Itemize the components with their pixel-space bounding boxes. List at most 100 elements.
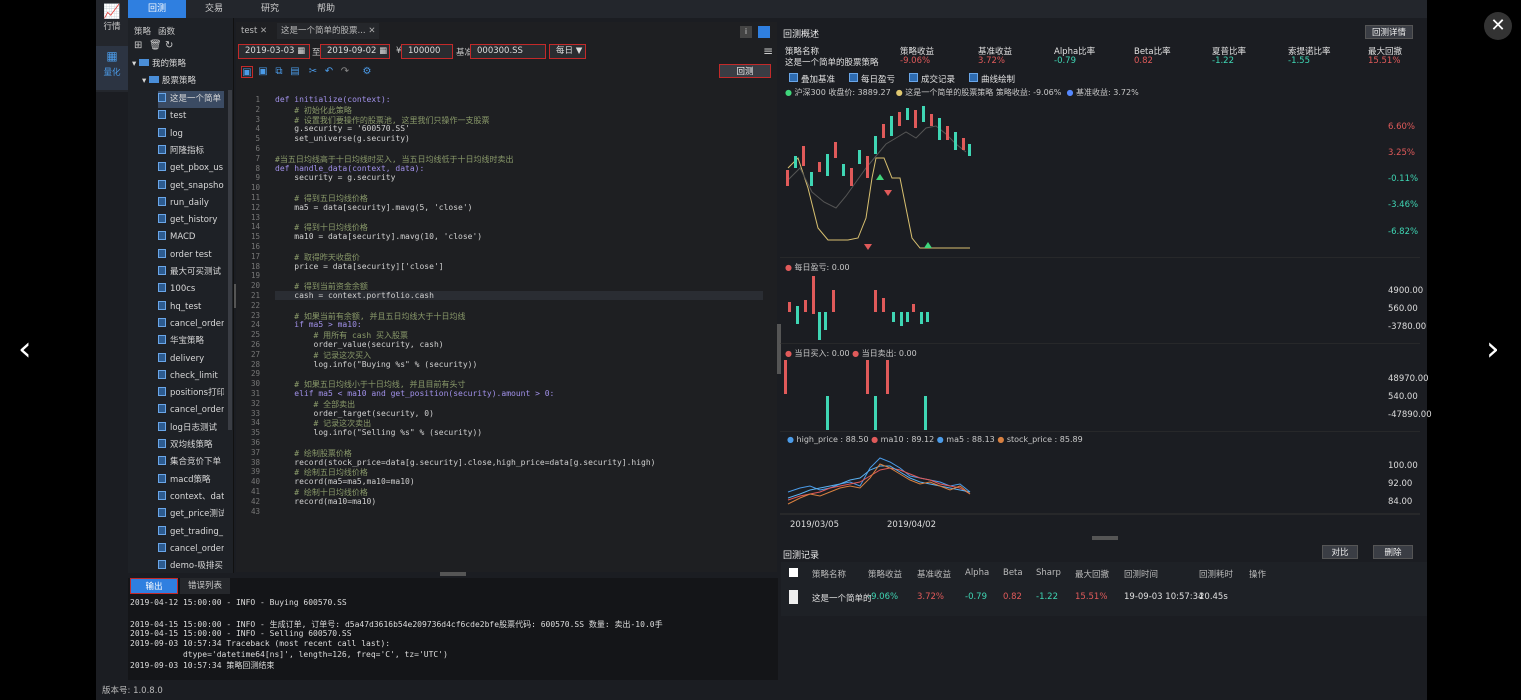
tree-file[interactable]: cancel_order bbox=[158, 402, 224, 419]
tree-file[interactable]: delivery bbox=[158, 351, 224, 368]
tree-folder[interactable]: ▾ 股票策略 bbox=[142, 73, 196, 90]
tree-file[interactable]: positions打印 bbox=[158, 385, 224, 402]
tab-help[interactable]: 帮助 bbox=[298, 0, 354, 18]
tree-file[interactable]: 华宝策略 bbox=[158, 333, 224, 350]
select-all-checkbox[interactable] bbox=[789, 568, 798, 577]
sidebar-tab-functions[interactable]: 函数 bbox=[158, 25, 175, 37]
candle bbox=[802, 146, 805, 166]
refresh-icon[interactable]: ↻ bbox=[165, 40, 173, 51]
tree-file[interactable]: cancel_order bbox=[158, 316, 224, 333]
run-backtest-button[interactable]: 回测 bbox=[719, 64, 771, 78]
editor-tab-strategy[interactable]: 这是一个简单的股票... ✕ bbox=[277, 23, 380, 39]
save-as-icon[interactable]: ▣ bbox=[257, 66, 269, 78]
tree-file-label: run_daily bbox=[170, 197, 209, 208]
code-line[interactable]: if ma5 > ma10: bbox=[275, 320, 361, 329]
delete-button[interactable]: 删除 bbox=[1373, 545, 1413, 559]
tree-file[interactable]: get_pbox_us bbox=[158, 160, 224, 177]
undo-icon[interactable]: ↶ bbox=[323, 66, 335, 78]
tree-file[interactable]: test bbox=[158, 108, 224, 125]
market-nav[interactable]: 📈 行情 bbox=[96, 4, 128, 44]
tree-file[interactable]: macd策略 bbox=[158, 472, 224, 489]
code-line[interactable]: log.info("Selling %s" % (security)) bbox=[275, 428, 483, 437]
pnl-bar bbox=[832, 290, 835, 312]
tree-file[interactable]: 100cs bbox=[158, 281, 224, 298]
add-icon[interactable]: ⊞ bbox=[134, 40, 142, 51]
code-line[interactable]: order_value(security, cash) bbox=[275, 340, 444, 349]
tree-file[interactable]: hq_test bbox=[158, 299, 224, 316]
code-line[interactable]: record(ma5=ma5,ma10=ma10) bbox=[275, 477, 414, 486]
code-line[interactable]: security = g.security bbox=[275, 173, 395, 182]
prev-arrow-icon[interactable]: ‹ bbox=[18, 332, 32, 366]
info-icon[interactable]: i bbox=[740, 26, 752, 38]
code-line[interactable]: record(stock_price=data[g.security].clos… bbox=[275, 458, 655, 467]
paste-icon[interactable]: ▤ bbox=[289, 66, 301, 78]
tree-file[interactable]: 阿隆指标 bbox=[158, 143, 224, 160]
layout-icon[interactable] bbox=[758, 26, 770, 38]
tree-file[interactable]: cancel_order bbox=[158, 541, 224, 558]
tree-file[interactable]: check_limit bbox=[158, 368, 224, 385]
tree-file[interactable]: log日志测试 bbox=[158, 420, 224, 437]
tree-file[interactable]: get_history bbox=[158, 212, 224, 229]
benchmark-input[interactable]: 000300.SS bbox=[470, 44, 546, 59]
tree-root[interactable]: ▾ 我的策略 bbox=[132, 56, 186, 73]
tree-file[interactable]: log bbox=[158, 126, 224, 143]
delete-icon[interactable]: 🗑 bbox=[149, 40, 162, 51]
settings-icon[interactable]: ⚙ bbox=[361, 66, 373, 78]
cut-icon[interactable]: ✂ bbox=[307, 66, 319, 78]
tree-file[interactable]: MACD bbox=[158, 229, 224, 246]
tree-file[interactable]: demo-吸排买 bbox=[158, 558, 224, 575]
editor-scroll-handle[interactable] bbox=[440, 572, 466, 576]
code-line[interactable]: g.security = '600570.SS' bbox=[275, 124, 410, 133]
code-line[interactable]: ma5 = data[security].mavg(5, 'close') bbox=[275, 203, 472, 212]
sidebar-tab-strategy[interactable]: 策略 bbox=[134, 25, 151, 37]
code-line[interactable]: set_universe(g.security) bbox=[275, 134, 410, 143]
tree-file[interactable]: get_price测试 bbox=[158, 506, 224, 523]
code-line[interactable]: elif ma5 < ma10 and get_position(securit… bbox=[275, 389, 554, 398]
redo-icon[interactable]: ↷ bbox=[339, 66, 351, 78]
code-line[interactable]: order_target(security, 0) bbox=[275, 409, 434, 418]
capital-input[interactable]: 100000 bbox=[401, 44, 453, 59]
curves-checkbox[interactable] bbox=[969, 73, 978, 82]
detail-button[interactable]: 回测详情 bbox=[1365, 25, 1413, 39]
tree-file[interactable]: context、dat bbox=[158, 489, 224, 506]
tree-file[interactable]: get_trading_ bbox=[158, 524, 224, 541]
compare-button[interactable]: 对比 bbox=[1322, 545, 1358, 559]
tree-file[interactable]: order test bbox=[158, 247, 224, 264]
tab-research[interactable]: 研究 bbox=[242, 0, 298, 18]
close-tab-icon[interactable]: ✕ bbox=[368, 26, 375, 36]
copy-icon[interactable]: ⧉ bbox=[273, 66, 285, 78]
quant-nav[interactable]: ▦ 量化 bbox=[96, 46, 128, 90]
code-line[interactable]: price = data[security]['close'] bbox=[275, 262, 443, 271]
tree-file[interactable]: get_snapsho bbox=[158, 178, 224, 195]
row-checkbox[interactable] bbox=[789, 590, 798, 604]
code-line[interactable]: cash = context.portfolio.cash bbox=[275, 291, 763, 300]
end-date-input[interactable]: 2019-09-02 ▦ bbox=[320, 44, 390, 59]
chart-scroll-handle[interactable] bbox=[1092, 536, 1118, 540]
code-line[interactable]: def initialize(context): bbox=[275, 95, 391, 104]
close-button[interactable]: ✕ bbox=[1484, 12, 1512, 40]
tab-output[interactable]: 输出 bbox=[130, 578, 178, 594]
tree-file[interactable]: 最大可买测试 bbox=[158, 264, 224, 281]
tab-trade[interactable]: 交易 bbox=[186, 0, 242, 18]
tab-errors[interactable]: 错误列表 bbox=[180, 578, 230, 594]
code-line[interactable]: def handle_data(context, data): bbox=[275, 164, 424, 173]
start-date-input[interactable]: 2019-03-03 ▦ bbox=[238, 44, 310, 59]
save-icon[interactable]: ▣ bbox=[241, 66, 253, 78]
menu-icon[interactable]: ≡ bbox=[763, 44, 773, 58]
daily-pnl-checkbox[interactable] bbox=[849, 73, 858, 82]
tree-file[interactable]: run_daily bbox=[158, 195, 224, 212]
tree-file[interactable]: 集合竞价下单 bbox=[158, 454, 224, 471]
editor-tab-test[interactable]: test ✕ bbox=[241, 23, 267, 39]
code-line[interactable]: ma10 = data[security].mavg(10, 'close') bbox=[275, 232, 482, 241]
next-arrow-icon[interactable]: › bbox=[1486, 332, 1500, 366]
code-line[interactable]: record(ma10=ma10) bbox=[275, 497, 376, 506]
tree-file[interactable]: 双均线策略 bbox=[158, 437, 224, 454]
code-line[interactable]: log.info("Buying %s" % (security)) bbox=[275, 360, 478, 369]
close-tab-icon[interactable]: ✕ bbox=[260, 26, 267, 36]
tree-file[interactable]: 这是一个简单 bbox=[158, 91, 224, 108]
sidebar-scrollbar[interactable] bbox=[228, 90, 232, 430]
tab-backtest[interactable]: 回测 bbox=[128, 0, 186, 18]
trades-checkbox[interactable] bbox=[909, 73, 918, 82]
overlay-benchmark-checkbox[interactable] bbox=[789, 73, 798, 82]
frequency-select[interactable]: 每日 ▼ bbox=[549, 44, 586, 59]
